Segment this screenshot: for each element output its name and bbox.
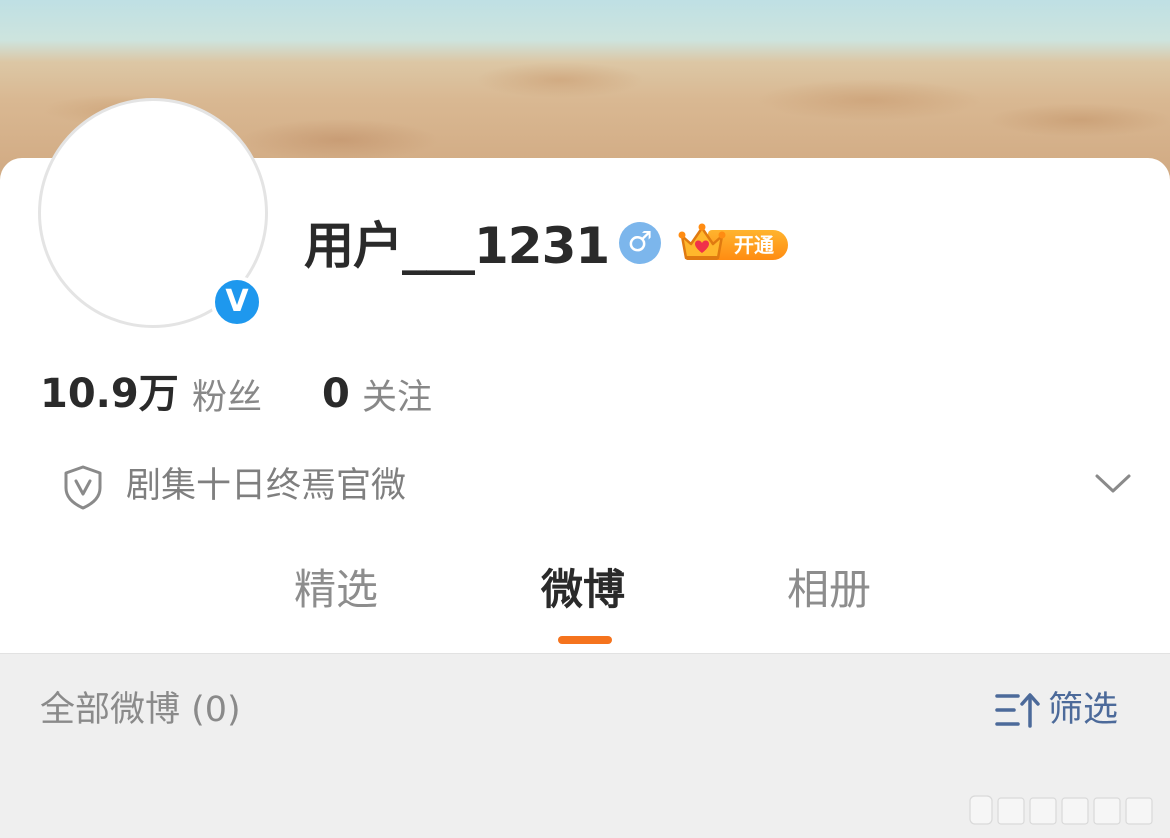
active-tab-indicator [558,636,612,644]
watermark-logo [969,795,1153,825]
following-count[interactable]: 0 [322,368,350,420]
verified-v-icon: V [211,276,263,328]
filter-button[interactable]: 筛选 [994,684,1134,736]
chevron-down-icon[interactable] [1094,470,1132,498]
verification-text: 剧集十日终焉官微 [126,466,407,506]
sort-filter-icon [995,693,1040,728]
tab-album[interactable]: 相册 [787,558,871,622]
shield-v-icon [64,465,102,510]
tab-featured[interactable]: 精选 [294,558,378,622]
divider [0,653,1170,654]
followers-count[interactable]: 10.9万 [40,368,179,420]
all-weibo-count: 全部微博 (0) [40,690,241,730]
followers-label[interactable]: 粉丝 [192,372,262,424]
tab-weibo[interactable]: 微博 [541,558,625,622]
male-icon: ♂ [619,222,661,264]
following-label[interactable]: 关注 [362,372,432,424]
crown-icon [678,223,726,260]
profile-username: 用户___1231 [304,217,610,275]
vip-open-button[interactable]: 开通 [678,222,790,264]
filter-label: 筛选 [1048,690,1119,730]
verification-info[interactable]: 剧集十日终焉官微 [62,460,1132,512]
